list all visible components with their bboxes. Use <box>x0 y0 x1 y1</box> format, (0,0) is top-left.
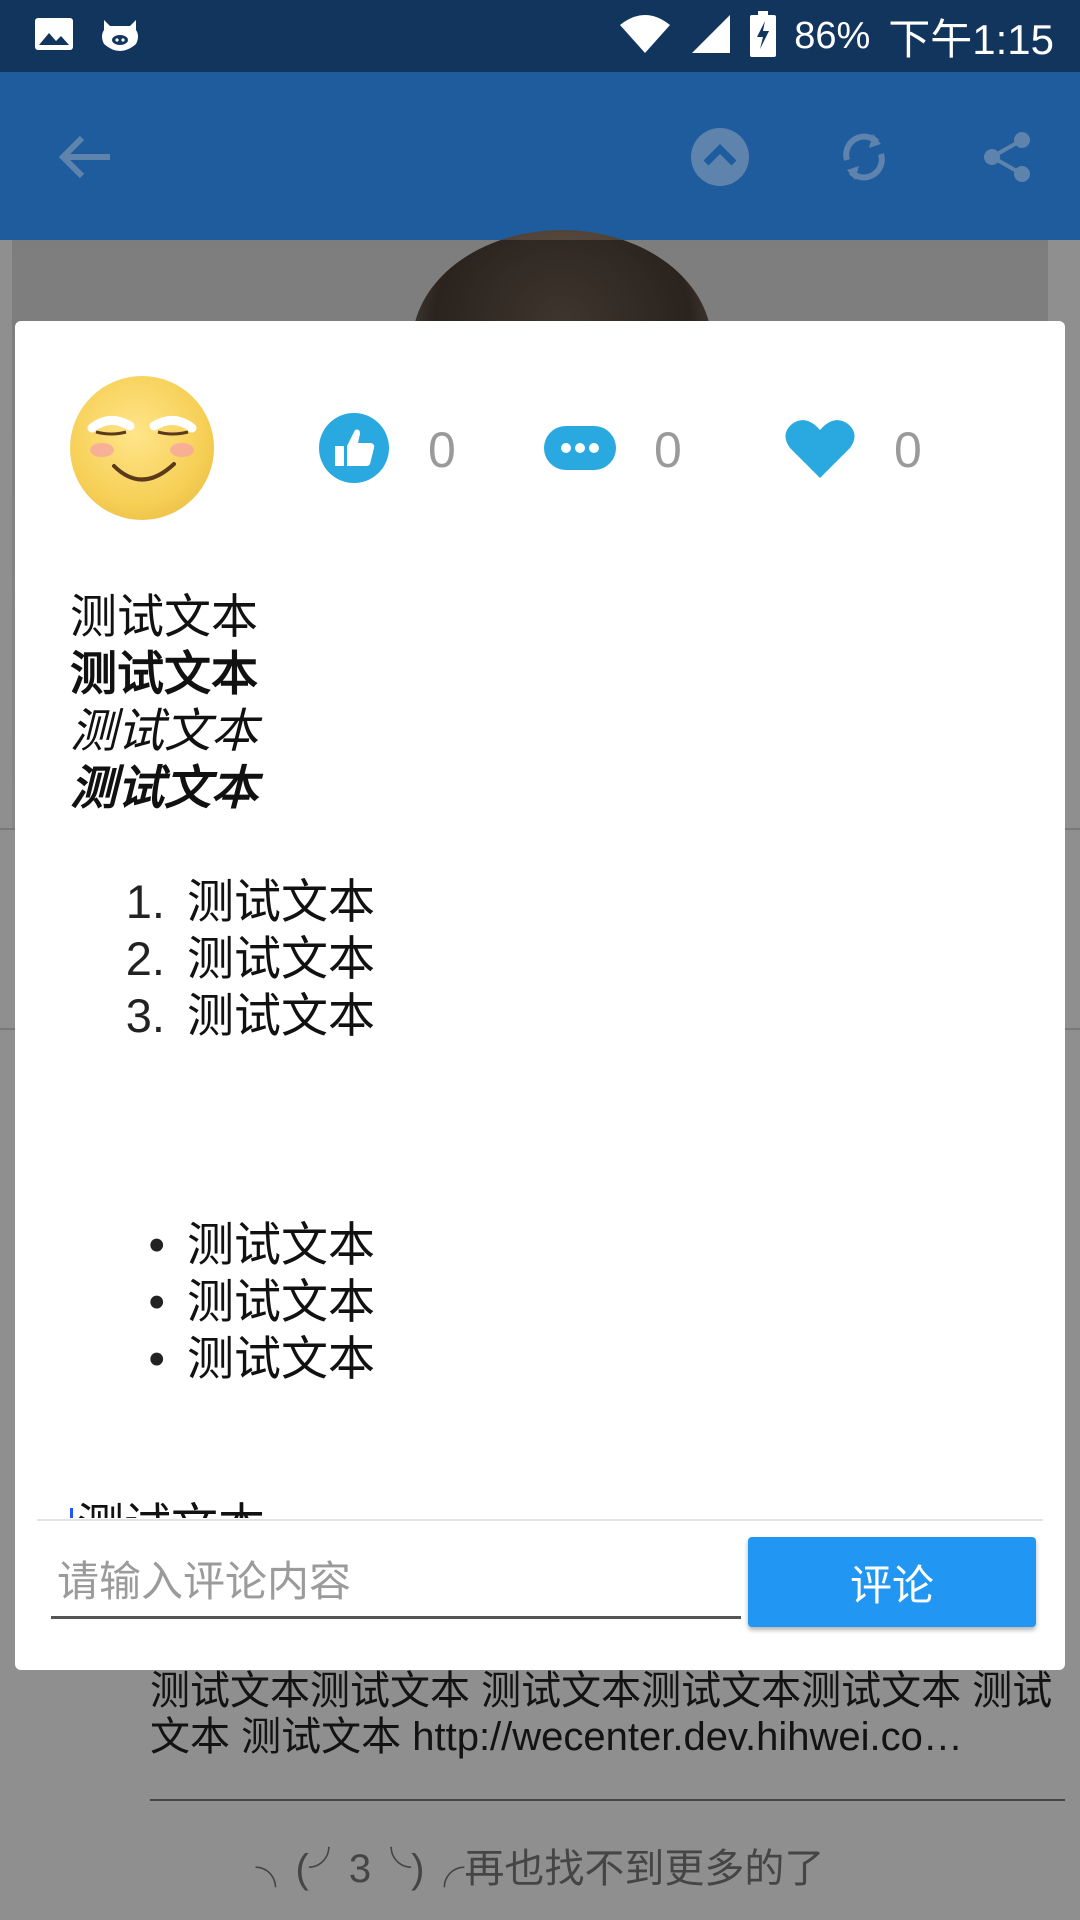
bold-text: 测试文本 <box>70 647 258 700</box>
like-count: 0 <box>428 422 456 478</box>
clock: 下午1:15 <box>888 15 1054 63</box>
like-stat[interactable]: 0 <box>318 412 456 488</box>
speech-bubble-icon[interactable] <box>544 412 616 488</box>
smiley-avatar <box>70 376 214 520</box>
submit-comment-button[interactable]: 评论 <box>748 1537 1036 1627</box>
post-content: 测试文本 测试文本 测试文本 测试文本 1. 测试文本 2. 测试文本 3. 测… <box>70 588 1030 1518</box>
bullet-list-item: • 测试文本 <box>70 1216 1030 1273</box>
bullet-marker: • <box>148 1332 165 1385</box>
thumbs-up-icon[interactable] <box>318 412 390 488</box>
ordered-list-item: 1. 测试文本 <box>70 873 1030 930</box>
list-item-text: 测试文本 <box>187 989 375 1042</box>
bullet-marker: • <box>148 1218 165 1271</box>
list-number: 1. <box>125 875 165 928</box>
bullet-marker: • <box>148 1275 165 1328</box>
battery-percent: 86% <box>794 14 871 57</box>
list-item-text: 测试文本 <box>187 932 375 985</box>
italic-text: 测试文本 <box>70 704 258 757</box>
app-bar <box>0 72 1080 240</box>
list-item-text: 测试文本 <box>187 1332 375 1385</box>
comment-dialog: 0 0 0 测试文本 测试文本 测试文本 测试文本 1. 测试文本 2. 测试文… <box>15 321 1065 1670</box>
dialog-divider <box>37 1519 1043 1521</box>
wifi-icon <box>618 13 672 59</box>
favorite-stat[interactable]: 0 <box>784 412 922 488</box>
heart-icon[interactable] <box>784 412 856 488</box>
refresh-icon[interactable] <box>829 122 899 192</box>
text-cursor <box>70 1507 73 1518</box>
pig-app-icon <box>98 16 142 56</box>
plain-text: 测试文本 <box>70 590 258 643</box>
chevron-up-circle-icon[interactable] <box>685 122 755 192</box>
share-icon[interactable] <box>972 122 1042 192</box>
image-icon <box>34 17 74 55</box>
signal-icon <box>690 13 732 59</box>
ordered-list-item: 3. 测试文本 <box>70 987 1030 1044</box>
bullet-list-item: • 测试文本 <box>70 1330 1030 1387</box>
bullet-list-item: • 测试文本 <box>70 1273 1030 1330</box>
status-bar: 86% 下午1:15 <box>0 0 1080 72</box>
list-number: 2. <box>125 932 165 985</box>
list-item-text: 测试文本 <box>187 1275 375 1328</box>
list-item-text: 测试文本 <box>187 1218 375 1271</box>
ordered-list-item: 2. 测试文本 <box>70 930 1030 987</box>
bold-italic-text: 测试文本 <box>70 761 258 814</box>
battery-charging-icon <box>750 11 777 61</box>
back-arrow-icon[interactable] <box>50 122 120 192</box>
comment-stat[interactable]: 0 <box>544 412 682 488</box>
favorite-count: 0 <box>894 422 922 478</box>
comment-input[interactable] <box>51 1548 741 1619</box>
comment-count: 0 <box>654 422 682 478</box>
list-item-text: 测试文本 <box>187 875 375 928</box>
list-number: 3. <box>125 989 165 1042</box>
trailing-text: 测试文本 <box>77 1499 265 1518</box>
trailing-text-line: 测试文本 <box>70 1497 1030 1518</box>
